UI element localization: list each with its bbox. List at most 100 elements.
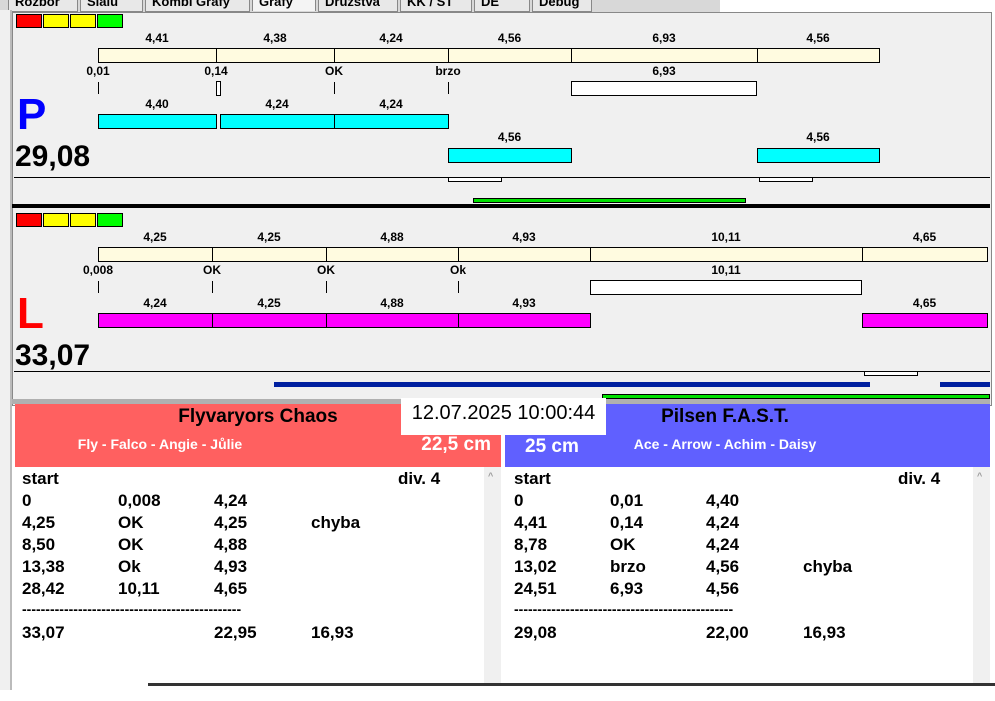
mark-label: 0,008 [82,263,114,277]
lane-time: 4,56 [497,130,522,144]
right-team-log[interactable]: ^ start div. 4 0 0,01 4,40 4,41 0,14 4,24 8,78 OK 4… [507,467,990,683]
lane-bar [98,313,213,328]
track-segment [590,247,863,262]
log-separator: ----------------------------------------… [514,601,734,617]
log-cell: 33,07 [22,623,65,642]
log-cell: chyba [311,513,361,532]
log-cell: 6,93 [610,579,644,598]
team-distance: 22,5 cm [421,434,491,455]
log-cell: 8,50 [22,535,56,554]
status-square [43,213,69,227]
log-cell: 0,01 [610,491,644,510]
log-cell: 16,93 [311,623,354,642]
mark-tick [334,82,335,94]
scroll-up-icon[interactable]: ^ [488,471,493,481]
log-cell: OK [118,535,144,554]
status-square [16,14,42,28]
mark-label: 10,11 [711,263,741,277]
lane-time: 4,93 [512,296,536,310]
track-time: 4,38 [263,31,287,45]
log-cell: 22,00 [706,623,749,642]
mark-label: OK [325,64,343,78]
lane-bar [220,114,335,129]
track-segment [334,48,449,63]
team-name: Pilsen F.A.S.T. [661,406,789,427]
scroll-up-icon[interactable]: ^ [977,471,982,481]
mark-tick [448,82,449,94]
track-segment [98,48,217,63]
lane-total: 33,07 [15,339,91,372]
track-segment [458,247,591,262]
mark-box [216,81,221,96]
track-time: 4,25 [257,230,281,244]
lane-time: 4,88 [380,296,404,310]
log-cell: 4,88 [214,535,248,554]
lane-letter: P [17,90,47,139]
log-div: div. 4 [398,469,441,488]
mark-label: OK [203,263,221,277]
mark-label: 0,14 [204,64,228,78]
track-time: 4,24 [379,31,403,45]
lane-bar [458,313,591,328]
log-cell: 4,24 [214,491,248,510]
mark-label: 6,93 [652,64,676,78]
log-div: div. 4 [898,469,941,488]
timestamp: 12.07.2025 10:00:44 [401,398,606,435]
gap-box [864,371,918,376]
mark-label: Ok [449,263,467,277]
log-cell: 4,65 [214,579,248,598]
mark-box [571,81,757,96]
lane-bar [757,148,880,163]
status-square [16,213,42,227]
log-cell: 4,24 [706,513,740,532]
green-bar [473,198,746,203]
mark-tick [98,281,99,293]
log-cell: 22,95 [214,623,257,642]
team-members: Ace - Arrow - Achim - Daisy [633,436,817,452]
blue-bar [274,382,870,387]
lane-bar [448,148,572,163]
team-distance: 25 cm [525,436,579,457]
track-time: 4,88 [380,230,404,244]
log-cell: 29,08 [514,623,557,642]
track-time: 4,41 [145,31,169,45]
log-cell: 4,56 [706,557,740,576]
section-divider [12,204,990,208]
log-cell: 4,25 [214,513,248,532]
log-cell: 4,25 [22,513,56,532]
log-cell: Ok [118,557,141,576]
track-time: 10,11 [711,230,741,244]
track-segment [757,48,880,63]
track-time: 4,56 [806,31,830,45]
track-segment [448,48,572,63]
log-cell: 16,93 [803,623,846,642]
lane-bar [862,313,988,328]
lane-total: 29,08 [15,140,91,173]
left-team-log[interactable]: ^ start div. 4 0 0,008 4,24 4,25 OK 4,25 chyba 8,5… [15,467,501,683]
log-cell: brzo [610,557,646,576]
gap-box [448,177,502,182]
mark-tick [326,281,327,293]
log-cell: 4,41 [514,513,548,532]
status-square [97,213,123,227]
log-cell: 0,14 [610,513,644,532]
frame-bottom [148,683,995,686]
log-start: start [22,469,59,488]
log-separator: ----------------------------------------… [22,601,242,617]
status-square [43,14,69,28]
log-start: start [514,469,551,488]
lane-time: 4,24 [265,97,289,111]
log-cell: 4,93 [214,557,248,576]
track-segment [862,247,988,262]
status-square [70,213,96,227]
log-cell: 8,78 [514,535,548,554]
log-cell: 4,56 [706,579,740,598]
scrollbar[interactable]: ^ [973,467,990,683]
log-cell: 28,42 [22,579,65,598]
lane-time: 4,56 [806,130,830,144]
log-cell: 0 [514,491,524,510]
scrollbar[interactable]: ^ [484,467,501,683]
log-header: start div. 4 [514,469,964,491]
track-segment [212,247,327,262]
team-members: Fly - Falco - Angie - Jůlie [77,436,243,452]
